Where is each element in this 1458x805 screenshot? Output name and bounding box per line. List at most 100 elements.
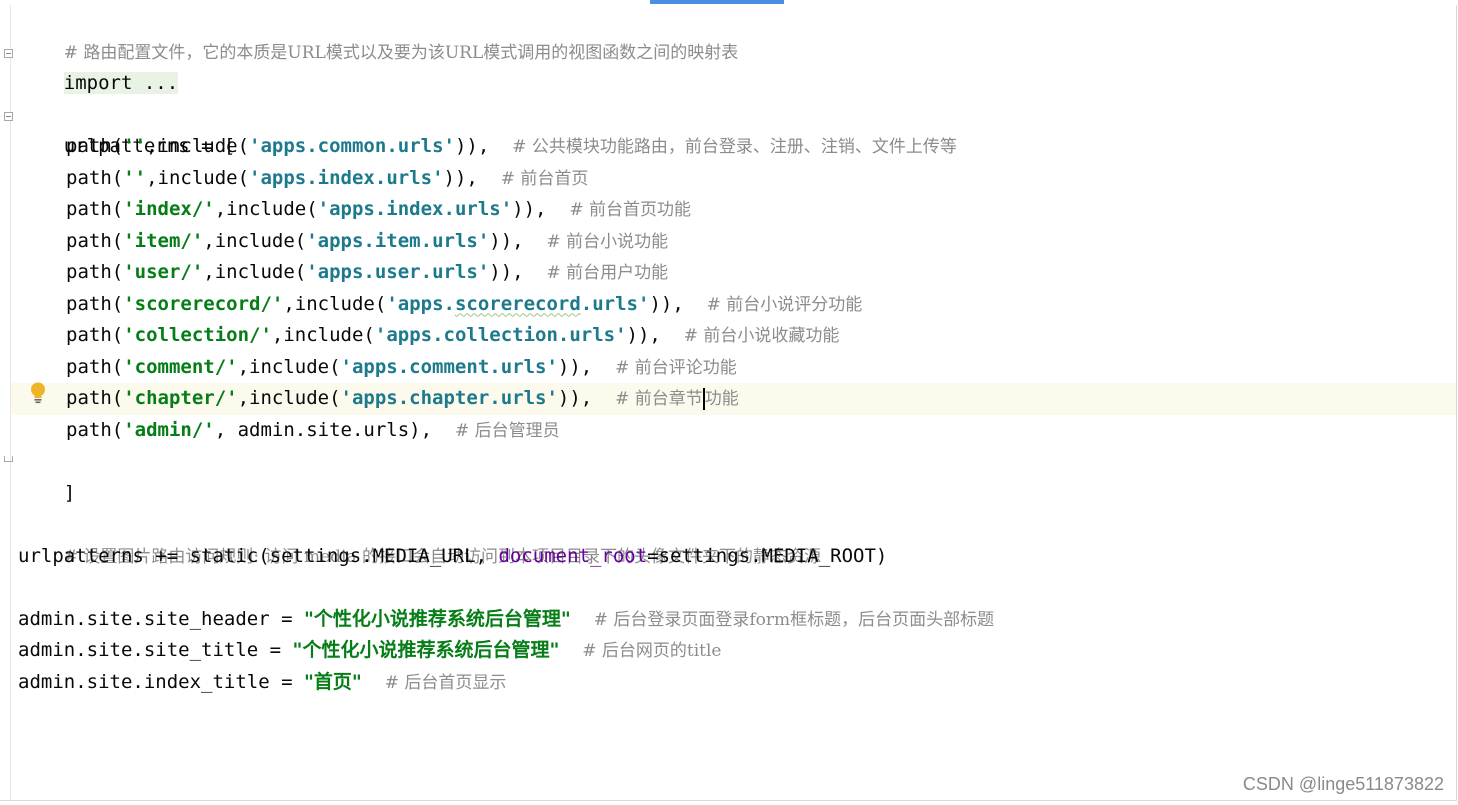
spellcheck-word[interactable]: scorerecord [455,293,581,315]
code-text: path( [66,229,124,252]
comment: # 前台用户功能 [546,263,669,283]
code-text: )), [489,261,524,283]
module-string: 'apps.item.urls' [306,229,490,252]
fold-import-icon[interactable] [4,49,13,58]
comment: # 前台评论功能 [615,357,737,378]
code-text: admin.site.index_title = [18,670,304,693]
code-line-21: admin.site.site_title = "个性化小说推荐系统后台管理" … [18,635,722,667]
code-line-11: path('collection/',include('apps.collect… [66,320,839,352]
route-string: '' [123,166,147,189]
code-text: ,include( [237,387,341,409]
comment: 功能 [704,389,739,409]
code-line-13: path('chapter/',include('apps.chapter.ur… [66,383,739,415]
code-line-18: urlpatterns += static(settings.MEDIA_URL… [18,541,887,573]
route-string: 'scorerecord/' [123,292,284,315]
code-text: path( [66,135,124,157]
code-line-14: path('admin/', admin.site.urls), # 后台管理员 [66,415,560,447]
module-string: 'apps.collection.urls' [374,324,627,346]
code-line-17: # 设置图片路由访问规则: 访问 media 的接口会自动访问到本项目目录下的头… [18,509,821,567]
code-text: ,include( [237,355,341,378]
code-text: ,include( [146,135,250,157]
comment: # 后台网页的title [582,641,722,661]
code-text: )), [649,292,684,315]
code-text: path( [66,166,124,189]
code-text: ] [63,481,76,504]
code-text: urlpatterns += static(settings.MEDIA_URL… [18,544,499,567]
module-string: 'apps.comment.urls' [340,355,558,378]
module-string: 'apps.index.urls' [249,166,444,189]
comment: # 后台首页显示 [384,672,507,693]
comment: # 前台小说评分功能 [706,294,863,315]
comment: # 后台管理员 [454,420,560,441]
code-line-4: urlpatterns = [ [18,100,236,157]
module-string: 'apps. [386,292,455,315]
code-line-22: admin.site.index_title = "首页" # 后台首页显示 [18,667,506,699]
folded-import[interactable]: import ... [63,72,179,94]
code-text: path( [66,261,124,283]
watermark: CSDN @linge511873822 [1242,774,1444,794]
named-argument: document_root [498,544,648,567]
module-string: 'apps.index.urls' [317,198,513,220]
code-line-7: path('index/',include('apps.index.urls')… [66,194,691,226]
code-text: path( [66,198,124,220]
code-text: )), [443,166,478,189]
code-line-9: path('user/',include('apps.user.urls')),… [66,257,668,289]
comment: # 前台首页 [500,168,589,189]
code-line-10: path('scorerecord/',include('apps.scorer… [66,289,862,321]
editor-tab-indicator [650,0,784,4]
code-text: admin.site.site_header = [18,607,304,630]
code-line-15: ] [18,446,75,504]
code-line-20: admin.site.site_header = "个性化小说推荐系统后台管理"… [18,604,994,636]
code-text: ,include( [203,261,307,283]
fold-end-icon[interactable] [4,456,13,462]
code-text: )), [626,324,661,346]
comment: # 前台章节 [615,389,703,409]
code-text: admin.site.site_title = [18,639,293,661]
code-text: path( [66,355,124,378]
code-text: )), [454,135,490,157]
route-string: 'comment/' [123,355,238,378]
code-text: )), [557,355,593,378]
code-text: path( [66,418,124,441]
code-text: ,include( [203,229,307,252]
route-string: 'admin/' [123,418,215,441]
code-editor[interactable]: # 路由配置文件，它的本质是URL模式以及要为该URL模式调用的视图函数之间的映… [0,5,1457,801]
string-literal: "个性化小说推荐系统后台管理" [292,639,560,661]
code-line-2: import ... [18,37,179,94]
code-line-6: path('',include('apps.index.urls')), # 前… [66,163,588,195]
module-string: 'apps.chapter.urls' [340,387,558,409]
code-text: path( [66,324,124,346]
comment: # 前台首页功能 [569,200,692,220]
code-text: ,include( [271,324,375,346]
code-text: path( [66,292,124,315]
route-string: 'item/' [123,229,204,252]
code-text: ,include( [146,166,250,189]
code-text: ,include( [214,198,318,220]
comment: # 后台登录页面登录form框标题，后台页面头部标题 [593,609,995,630]
route-string: 'index/' [123,198,215,220]
module-string: 'apps.common.urls' [249,135,455,157]
module-string: .urls' [580,292,650,315]
string-literal: "首页" [303,670,362,693]
code-text: ,include( [283,292,387,315]
code-text: path( [66,387,124,409]
comment: # 公共模块功能路由，前台登录、注册、注销、文件上传等 [512,137,957,157]
code-text: )), [512,198,547,220]
route-string: 'chapter/' [123,387,238,409]
string-literal: "个性化小说推荐系统后台管理" [303,607,571,630]
route-string: 'collection/' [123,324,272,346]
module-string: 'apps.user.urls' [306,261,490,283]
code-text: =settings.MEDIA_ROOT) [647,544,888,567]
code-line-1: # 路由配置文件，它的本质是URL模式以及要为该URL模式调用的视图函数之间的映… [18,5,738,63]
code-line-5: path('',include('apps.common.urls')), # … [66,131,957,163]
code-text: )), [489,229,524,252]
route-string: 'user/' [123,261,204,283]
code-text: , admin.site.urls), [214,418,433,441]
fold-urlpatterns-icon[interactable] [4,112,13,121]
intention-bulb-icon[interactable] [29,382,47,404]
code-line-12: path('comment/',include('apps.comment.ur… [66,352,737,384]
route-string: '' [123,135,147,157]
comment: # 前台小说功能 [546,231,669,252]
comment: # 前台小说收藏功能 [683,326,840,346]
code-line-8: path('item/',include('apps.item.urls')),… [66,226,668,258]
